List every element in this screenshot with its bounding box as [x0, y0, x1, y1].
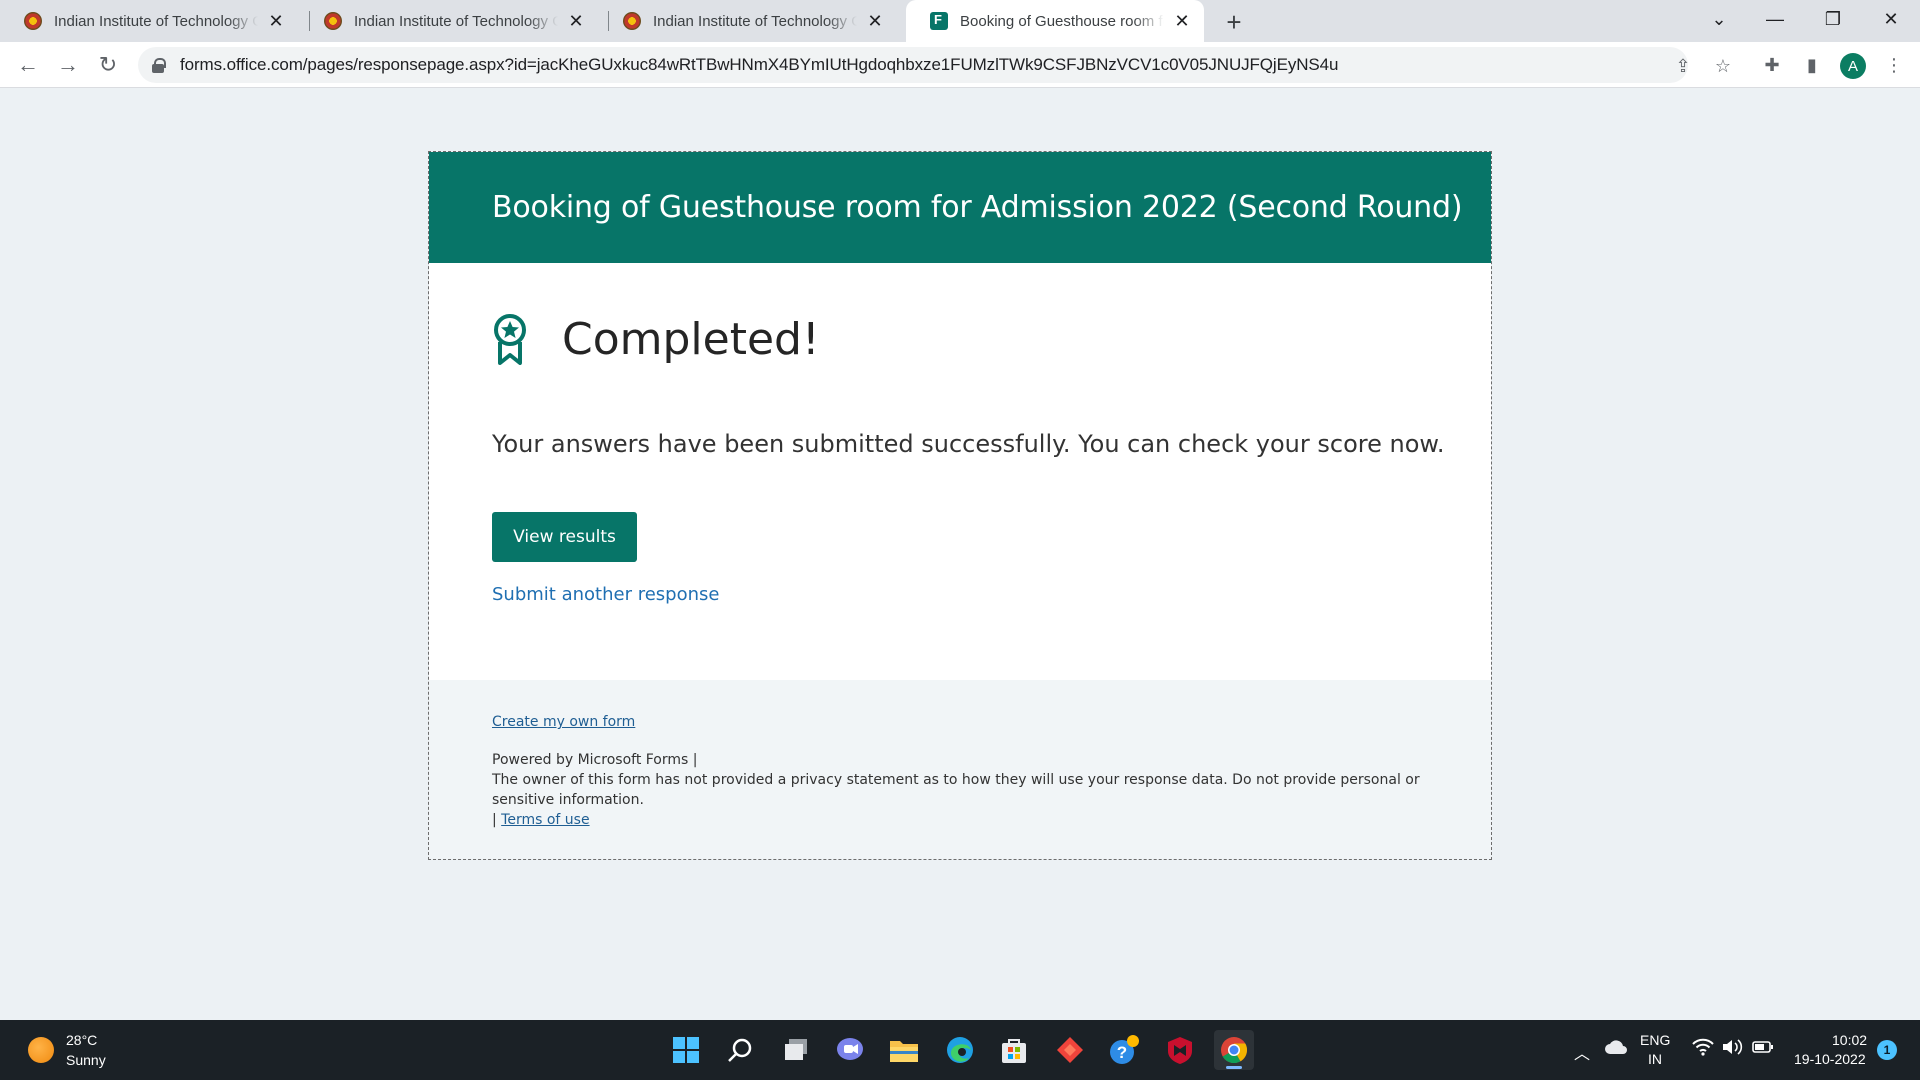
menu-kebab-icon[interactable]: ⋮: [1882, 53, 1906, 77]
weather-sun-icon[interactable]: [28, 1037, 54, 1063]
chrome-icon[interactable]: [1214, 1030, 1254, 1070]
mcafee-icon[interactable]: [1160, 1030, 1200, 1070]
success-message: Your answers have been submitted success…: [492, 430, 1445, 458]
restore-button[interactable]: ❐: [1810, 0, 1856, 38]
search-icon[interactable]: [720, 1030, 760, 1070]
active-app-indicator: [1226, 1066, 1242, 1069]
powered-by-text: Powered by Microsoft Forms |: [492, 752, 698, 768]
tab-title: Indian Institute of Technology Gu: [54, 12, 258, 30]
show-hidden-icons-chevron-icon[interactable]: ︿: [1574, 1040, 1590, 1064]
wifi-icon[interactable]: [1692, 1038, 1714, 1059]
help-question-icon: ?: [1110, 1035, 1139, 1064]
chat-bubble-icon: [837, 1038, 863, 1060]
reload-icon[interactable]: ↻: [92, 49, 124, 81]
store-bag-icon: [1002, 1039, 1026, 1063]
terms-row: | Terms of use: [492, 810, 1432, 830]
footer-content: Create my own form Powered by Microsoft …: [492, 712, 1432, 830]
url-text[interactable]: forms.office.com/pages/responsepage.aspx…: [180, 55, 1338, 75]
terms-prefix: |: [492, 812, 502, 828]
new-tab-button[interactable]: +: [1220, 7, 1248, 37]
browser-tab-4-active[interactable]: Booking of Guesthouse room for ✕: [906, 0, 1204, 42]
language-code[interactable]: ENG: [1640, 1032, 1670, 1048]
iit-logo-icon: [24, 12, 42, 30]
award-ribbon-icon: [494, 314, 526, 365]
red-diamond-icon: [1057, 1037, 1083, 1063]
tab-title: Booking of Guesthouse room for: [960, 12, 1164, 30]
close-tab-icon[interactable]: ✕: [865, 11, 885, 31]
minimize-button[interactable]: —: [1752, 0, 1798, 38]
svg-text:?: ?: [1117, 1043, 1127, 1062]
create-my-own-form-link[interactable]: Create my own form: [492, 712, 1432, 732]
clock-date[interactable]: 19-10-2022: [1794, 1051, 1866, 1067]
completed-row: Completed!: [492, 313, 820, 365]
anydesk-icon[interactable]: [1050, 1030, 1090, 1070]
windows-logo-icon: [673, 1037, 699, 1063]
weather-temperature[interactable]: 28°C: [66, 1032, 97, 1048]
lock-icon[interactable]: [152, 58, 166, 73]
task-view-windows-icon: [785, 1039, 807, 1060]
folder-icon: [890, 1041, 918, 1062]
browser-tab-2[interactable]: Indian Institute of Technology Gu ✕: [300, 0, 598, 42]
view-results-button[interactable]: View results: [492, 512, 637, 562]
windows-taskbar: 28°C Sunny ? ︿ ENG IN 10:02 19-10-2022: [0, 1020, 1920, 1080]
start-windows-icon[interactable]: [666, 1030, 706, 1070]
ms-forms-icon: [930, 12, 948, 30]
onedrive-cloud-icon[interactable]: [1604, 1038, 1628, 1059]
back-arrow-icon[interactable]: ←: [12, 49, 44, 81]
browser-tab-1[interactable]: Indian Institute of Technology Gu ✕: [0, 0, 298, 42]
task-view-icon[interactable]: [776, 1030, 816, 1070]
notification-badge[interactable]: 1: [1877, 1040, 1897, 1060]
microsoft-store-icon[interactable]: [994, 1030, 1034, 1070]
tab-title: Indian Institute of Technology Gu: [653, 12, 857, 30]
iit-logo-icon: [623, 12, 641, 30]
browser-toolbar: ← → ↻ forms.office.com/pages/responsepag…: [0, 42, 1920, 88]
region-code[interactable]: IN: [1648, 1051, 1662, 1067]
form-footer: Create my own form Powered by Microsoft …: [429, 680, 1491, 859]
magnifier-icon: [728, 1038, 752, 1062]
edge-logo-icon: [947, 1037, 973, 1063]
get-help-icon[interactable]: ?: [1104, 1030, 1144, 1070]
privacy-notice: The owner of this form has not provided …: [492, 772, 1420, 808]
form-body: Completed! Your answers have been submit…: [429, 263, 1491, 680]
tab-search-icon[interactable]: ⌄: [1696, 0, 1742, 38]
forward-arrow-icon[interactable]: →: [52, 49, 84, 81]
completed-heading: Completed!: [562, 313, 820, 365]
address-bar[interactable]: forms.office.com/pages/responsepage.aspx…: [138, 47, 1731, 83]
side-panel-icon[interactable]: ▮: [1800, 53, 1824, 77]
edge-browser-icon[interactable]: [940, 1030, 980, 1070]
chrome-logo-icon: [1221, 1037, 1248, 1064]
close-window-button[interactable]: ✕: [1868, 0, 1914, 38]
weather-description[interactable]: Sunny: [66, 1052, 106, 1068]
terms-of-use-link[interactable]: Terms of use: [501, 812, 589, 828]
clock-time[interactable]: 10:02: [1832, 1032, 1867, 1048]
battery-icon[interactable]: [1752, 1039, 1774, 1058]
iit-logo-icon: [324, 12, 342, 30]
profile-avatar[interactable]: A: [1840, 53, 1866, 79]
extensions-puzzle-icon[interactable]: ✚: [1760, 53, 1784, 77]
teams-chat-icon[interactable]: [830, 1030, 870, 1070]
browser-tab-3[interactable]: Indian Institute of Technology Gu ✕: [599, 0, 897, 42]
tab-strip: Indian Institute of Technology Gu ✕ Indi…: [0, 0, 1920, 42]
bookmark-star-icon[interactable]: ☆: [1712, 55, 1734, 77]
volume-speaker-icon[interactable]: [1722, 1038, 1744, 1059]
mcafee-shield-icon: [1168, 1037, 1192, 1064]
tab-title: Indian Institute of Technology Gu: [354, 12, 558, 30]
form-header: Booking of Guesthouse room for Admission…: [429, 152, 1491, 263]
share-icon[interactable]: ⇪: [1672, 55, 1694, 77]
submit-another-response-link[interactable]: Submit another response: [492, 584, 719, 605]
form-container: Booking of Guesthouse room for Admission…: [428, 151, 1492, 860]
close-tab-icon[interactable]: ✕: [266, 11, 286, 31]
close-tab-icon[interactable]: ✕: [566, 11, 586, 31]
close-tab-icon[interactable]: ✕: [1172, 11, 1192, 31]
file-explorer-icon[interactable]: [884, 1030, 924, 1070]
form-title: Booking of Guesthouse room for Admission…: [492, 190, 1463, 225]
